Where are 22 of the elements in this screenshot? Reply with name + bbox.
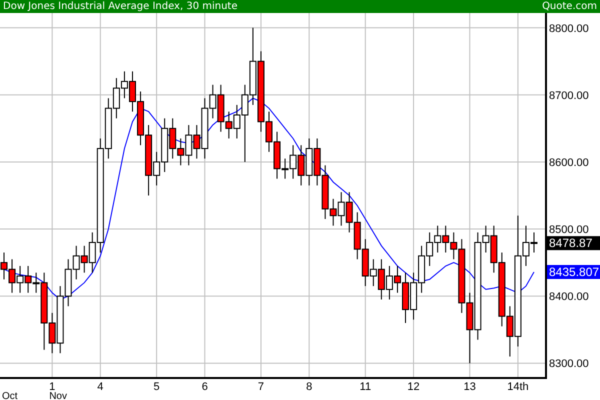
axis-label: 1 xyxy=(49,381,56,393)
axis-label: Nov xyxy=(49,391,67,400)
axis-label: 8300.00 xyxy=(549,358,589,370)
axis-label: 7 xyxy=(258,381,264,393)
axis-label: 8600.00 xyxy=(549,156,589,169)
axis-label: Oct xyxy=(2,391,18,400)
axis-label: 8800.00 xyxy=(549,22,589,35)
axis-label: 8700.00 xyxy=(549,90,589,102)
chart-title: Dow Jones Industrial Average Index, 30 minute xyxy=(3,0,238,13)
axis-label: 8400.00 xyxy=(549,291,589,304)
axis-label: 6 xyxy=(202,381,208,393)
axis-label: 8 xyxy=(306,381,312,393)
axis-label: 11 xyxy=(360,381,372,393)
axis-label: 14th xyxy=(507,381,529,393)
source-label: Quote.com xyxy=(542,0,597,13)
axis-label: 8500.00 xyxy=(549,224,589,236)
axis-label: 12 xyxy=(407,381,420,393)
price-label: 8435.807 xyxy=(547,265,600,279)
axis-label: 4 xyxy=(97,381,104,393)
price-label: 8478.87 xyxy=(547,236,600,250)
axis-label: 5 xyxy=(154,381,160,393)
axis-label: 13 xyxy=(464,381,476,393)
